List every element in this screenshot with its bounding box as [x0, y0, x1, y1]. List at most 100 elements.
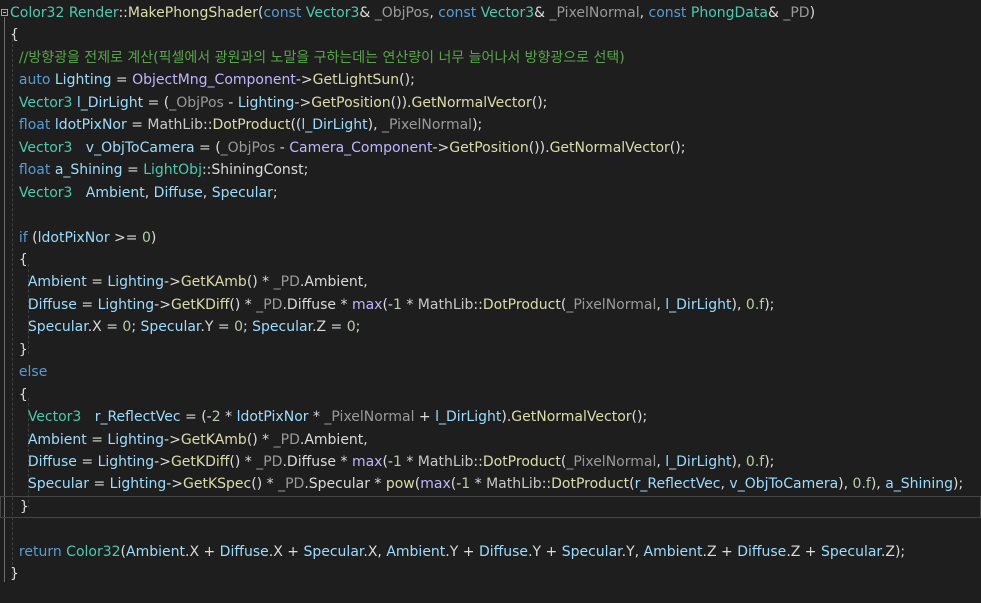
code-token-text: &: [534, 5, 550, 21]
code-line[interactable]: }: [0, 339, 981, 361]
code-token-text: () *: [246, 274, 274, 291]
code-token-text: ();: [631, 409, 648, 426]
code-line[interactable]: [0, 204, 981, 226]
code-token-text: ->: [432, 139, 450, 156]
code-line[interactable]: Ambient = Lighting->GetKAmb() * _PD.Ambi…: [0, 271, 981, 293]
code-line[interactable]: else: [0, 361, 981, 383]
code-token-number: 0.f: [852, 476, 871, 493]
code-line[interactable]: Vector3 r_ReflectVec = (-2 * ldotPixNor …: [0, 406, 981, 428]
code-line[interactable]: Vector3 v_ObjToCamera = (_ObjPos - Camer…: [0, 137, 981, 159]
code-line[interactable]: Specular.X = 0; Specular.Y = 0; Specular…: [0, 316, 981, 338]
code-line[interactable]: }: [0, 563, 981, 585]
code-token-text: ),: [870, 476, 886, 493]
code-line[interactable]: Specular = Lighting->GetKSpec() * _PD.Sp…: [0, 473, 981, 495]
code-token-member: X: [189, 543, 200, 560]
code-token-variable: Ambient: [643, 543, 703, 560]
code-token-text: ,: [144, 184, 154, 201]
code-line[interactable]: Vector3 Ambient, Diffuse, Specular;: [0, 182, 981, 204]
code-token-param: _PD: [273, 431, 300, 448]
code-token-keyword: const: [648, 5, 687, 21]
code-token-text: () *: [246, 431, 274, 448]
code-token-macro: ObjectMng_Component: [132, 72, 296, 89]
code-line[interactable]: float a_Shining = LightObj::ShiningConst…: [0, 159, 981, 181]
code-token-text: ,: [363, 274, 368, 291]
code-token-text: ;: [303, 162, 309, 179]
code-editor[interactable]: Color32 Render::MakePhongShader(const Ve…: [0, 0, 981, 603]
code-line[interactable]: [0, 518, 981, 540]
code-token-param: _PixelNormal: [382, 117, 473, 134]
code-line[interactable]: }: [0, 495, 981, 518]
code-token-text: +: [199, 543, 220, 560]
code-token-variable: l_DirLight: [435, 409, 502, 426]
code-token-text: *: [308, 409, 325, 426]
code-token-param: _ObjPos: [220, 139, 276, 156]
code-token-variable: Ambient: [85, 184, 145, 201]
code-token-text: ->: [166, 476, 184, 493]
code-token-member: Diffuse: [286, 454, 337, 470]
code-line[interactable]: {: [0, 249, 981, 271]
code-token-variable: Diffuse: [478, 543, 529, 560]
code-line[interactable]: Diffuse = Lighting->GetKDiff() * _PD.Dif…: [0, 294, 981, 316]
code-token-member: Z: [885, 543, 895, 560]
code-token-func: MakePhongShader: [127, 5, 258, 21]
code-token-text: ,: [429, 5, 439, 21]
code-token-text: () *: [229, 296, 257, 313]
code-token-text: ,: [656, 454, 666, 470]
code-token-number: 2: [211, 409, 221, 426]
code-token-text: ;: [355, 319, 361, 336]
code-line[interactable]: {: [0, 384, 981, 406]
code-token-param: _ObjPos: [374, 5, 430, 21]
code-line[interactable]: if (ldotPixNor >= 0): [0, 227, 981, 249]
code-token-text: ;: [272, 184, 278, 201]
code-line[interactable]: Diffuse = Lighting->GetKDiff() * _PD.Dif…: [0, 451, 981, 473]
code-token-variable: Specular: [821, 543, 881, 560]
code-token-variable: Specular: [27, 476, 89, 493]
code-token-text: ),: [838, 476, 853, 493]
code-token-member: Specular: [308, 476, 370, 493]
code-token-variable: Specular: [252, 319, 313, 336]
code-token-variable: Lighting: [54, 72, 112, 89]
code-line[interactable]: return Color32(Ambient.X + Diffuse.X + S…: [0, 541, 981, 563]
code-token-func: DotProduct: [482, 454, 561, 470]
code-token-text: =: [126, 117, 148, 134]
code-token-text: =: [326, 319, 347, 336]
code-token-keyword: const: [438, 5, 477, 21]
code-line[interactable]: {: [0, 24, 981, 46]
code-token-text: ();: [399, 72, 415, 89]
code-token-text: +: [800, 543, 821, 560]
code-token-func: pow: [385, 476, 415, 493]
code-line[interactable]: //방향광을 전제로 계산(픽셀에서 광원과의 노말을 구하는데는 연산량이 너…: [0, 47, 981, 69]
code-token-keyword: const: [263, 5, 302, 21]
code-token-variable: Specular: [561, 543, 622, 560]
code-token-func: GetKSpec: [183, 476, 252, 493]
code-token-text: ->: [164, 274, 181, 291]
code-line[interactable]: Ambient = Lighting->GetKAmb() * _PD.Ambi…: [0, 429, 981, 451]
code-token-variable: ldotPixNor: [236, 409, 309, 426]
code-token-text: ::: [473, 454, 483, 470]
code-line[interactable]: auto Lighting = ObjectMng_Component->Get…: [0, 69, 981, 91]
code-token-variable: Lighting: [97, 454, 155, 470]
code-token-number: 0: [346, 319, 356, 336]
code-token-func: GetKDiff: [170, 296, 230, 313]
code-token-type: Render: [68, 5, 119, 21]
code-token-text: -: [275, 139, 290, 156]
code-token-text: ),: [731, 296, 746, 313]
code-line[interactable]: float ldotPixNor = MathLib::DotProduct((…: [0, 114, 981, 136]
code-token-text: ->: [154, 296, 171, 313]
code-line[interactable]: Color32 Render::MakePhongShader(const Ve…: [0, 2, 981, 24]
code-token-variable: v_ObjToCamera: [85, 139, 195, 156]
code-line[interactable]: Vector3 l_DirLight = (_ObjPos - Lighting…: [0, 92, 981, 114]
code-token-text: =: [76, 454, 98, 470]
code-token-type: Color32: [10, 5, 65, 21]
code-token-type: Vector3: [18, 139, 73, 156]
code-token-text: *: [401, 454, 418, 470]
code-token-type: PhongData: [690, 5, 768, 21]
code-token-text: ::: [118, 5, 128, 21]
code-token-text: ;: [131, 319, 141, 336]
code-token-text: (-: [382, 296, 393, 313]
